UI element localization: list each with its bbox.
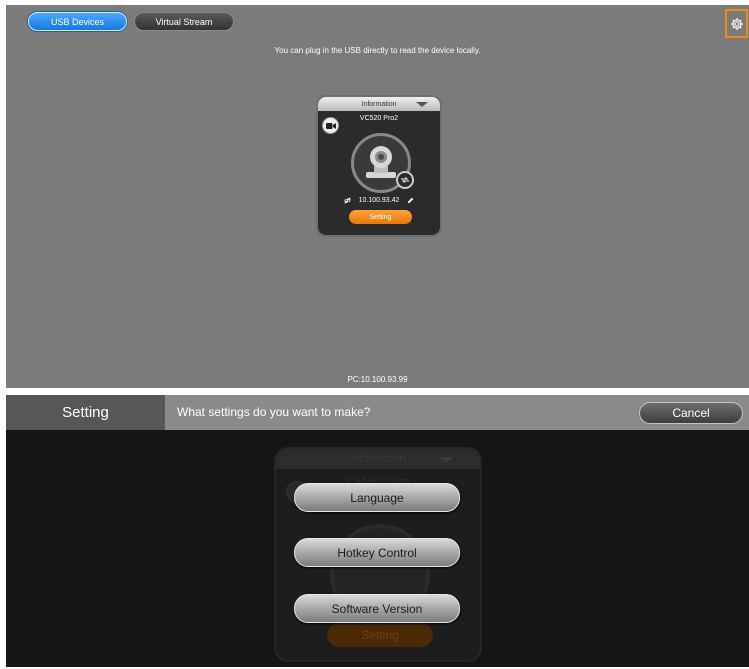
arrows-icon bbox=[401, 177, 409, 183]
card-info-label: Information bbox=[361, 100, 397, 108]
device-card[interactable]: Information VC520 Pro2 10.100.93.42 Sett… bbox=[316, 95, 442, 237]
background-setting-button: Setting bbox=[327, 623, 433, 647]
connection-icon[interactable] bbox=[396, 171, 414, 189]
dialog-header-bar: What settings do you want to make? Cance… bbox=[165, 395, 749, 430]
dialog-question: What settings do you want to make? bbox=[177, 405, 371, 419]
hotkey-control-button[interactable]: Hotkey Control bbox=[294, 538, 460, 567]
language-button[interactable]: Language bbox=[294, 483, 460, 512]
usb-hint-text: You can plug in the USB directly to read… bbox=[274, 46, 481, 55]
settings-button[interactable] bbox=[725, 9, 748, 38]
device-list-window: USB Devices Virtual Stream You can plug … bbox=[6, 5, 749, 388]
setting-dialog: Setting What settings do you want to mak… bbox=[6, 395, 749, 667]
ip-row: 10.100.93.42 bbox=[318, 197, 440, 204]
background-card-header: Information bbox=[276, 449, 480, 469]
link-icon bbox=[343, 197, 351, 204]
chevron-down-icon bbox=[438, 457, 454, 463]
edit-pencil-icon[interactable] bbox=[407, 197, 414, 204]
tab-usb-devices[interactable]: USB Devices bbox=[28, 12, 127, 31]
background-card-header-label: Information bbox=[350, 453, 406, 465]
device-setting-button[interactable]: Setting bbox=[349, 210, 412, 224]
gear-icon bbox=[730, 17, 743, 30]
device-ip: 10.100.93.42 bbox=[358, 197, 400, 204]
camera-badge bbox=[322, 117, 339, 134]
video-camera-icon bbox=[325, 122, 336, 129]
cancel-button[interactable]: Cancel bbox=[639, 402, 743, 424]
pc-ip-label: PC:10.100.93.99 bbox=[347, 375, 408, 384]
chevron-down-icon bbox=[416, 102, 428, 107]
dialog-title: Setting bbox=[6, 395, 165, 430]
tab-virtual-stream[interactable]: Virtual Stream bbox=[134, 12, 234, 31]
card-info-header[interactable]: Information bbox=[318, 97, 440, 111]
software-version-button[interactable]: Software Version bbox=[294, 594, 460, 623]
